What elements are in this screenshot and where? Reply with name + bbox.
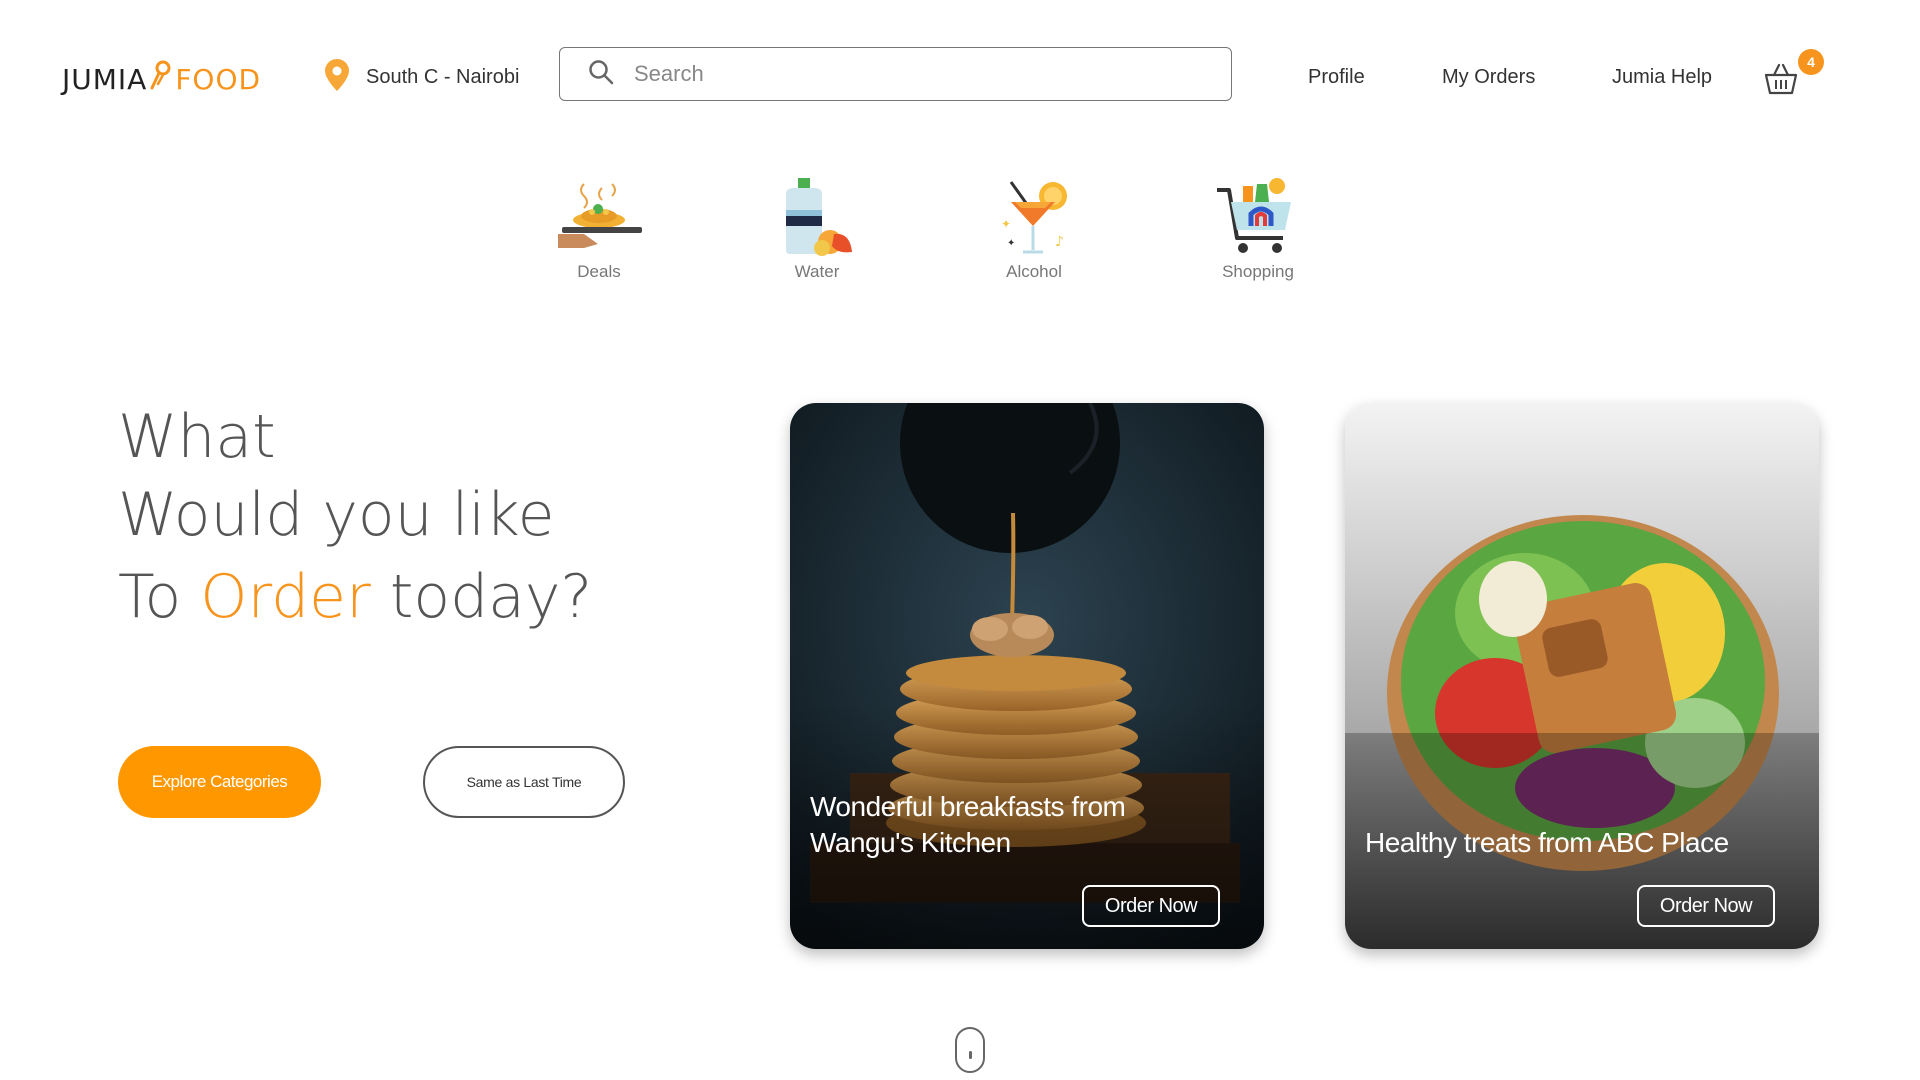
cart-count-badge: 4 (1798, 49, 1824, 75)
svg-text:♪: ♪ (1055, 234, 1064, 250)
search-input[interactable] (634, 61, 1194, 87)
nav-profile[interactable]: Profile (1308, 66, 1365, 89)
nav-jumia-help[interactable]: Jumia Help (1612, 66, 1712, 89)
category-alcohol[interactable]: ✦ ♪ ✦ Alcohol (974, 176, 1094, 282)
card-title: Healthy treats from ABC Place (1365, 827, 1729, 858)
category-label: Shopping (1222, 262, 1294, 281)
hero-line-3: To Order today? (118, 562, 592, 632)
hero-line-3-suffix: today? (370, 562, 593, 632)
category-water[interactable]: Water (757, 176, 877, 282)
svg-text:✦: ✦ (1007, 238, 1015, 249)
scroll-wheel-dot (969, 1051, 972, 1059)
card-title: Wonderful breakfasts from Wangu's Kitche… (810, 791, 1126, 858)
same-as-last-time-button[interactable]: Same as Last Time (423, 746, 625, 818)
promo-card-healthy[interactable]: Healthy treats from ABC Place Order Now (1345, 403, 1819, 949)
logo-brand: JUMIA (62, 62, 148, 96)
hero-line-3-prefix: To (118, 562, 201, 632)
cocktail-icon: ✦ ♪ ✦ (1001, 181, 1067, 254)
delivery-location[interactable]: South C - Nairobi (324, 58, 519, 97)
svg-text:✦: ✦ (1001, 217, 1011, 231)
category-deals[interactable]: Deals (539, 176, 659, 282)
jumia-food-logo[interactable]: JUMIA FOOD (62, 59, 261, 99)
search-bar[interactable] (559, 47, 1232, 101)
category-label: Water (794, 262, 840, 281)
hero-line-1: What (118, 402, 276, 472)
fork-rocket-icon (149, 60, 173, 99)
basket-icon (1764, 63, 1798, 95)
cart-button[interactable] (1762, 62, 1800, 96)
category-shopping[interactable]: Shopping (1198, 176, 1318, 282)
shopping-cart-icon (1217, 178, 1291, 253)
food-plate-icon (558, 183, 642, 248)
hero-line-2: Would you like (118, 480, 555, 550)
explore-categories-button[interactable]: Explore Categories (118, 746, 321, 818)
promo-card-breakfast[interactable]: Wonderful breakfasts from Wangu's Kitche… (790, 403, 1264, 949)
mouse-scroll-icon[interactable] (955, 1027, 985, 1073)
water-bottle-icon (786, 178, 852, 256)
location-text: South C - Nairobi (366, 66, 520, 88)
nav-my-orders[interactable]: My Orders (1442, 66, 1535, 89)
category-label: Alcohol (1006, 262, 1062, 281)
order-now-button[interactable]: Order Now (1637, 885, 1775, 927)
search-icon (588, 59, 614, 90)
order-now-button[interactable]: Order Now (1082, 885, 1220, 927)
salad-bowl-image (1345, 403, 1819, 949)
hero-accent-word: Order (200, 562, 371, 632)
logo-suffix: FOOD (175, 62, 262, 96)
category-label: Deals (577, 262, 621, 281)
map-pin-icon (324, 58, 350, 97)
pancakes-syrup-image (790, 403, 1264, 949)
